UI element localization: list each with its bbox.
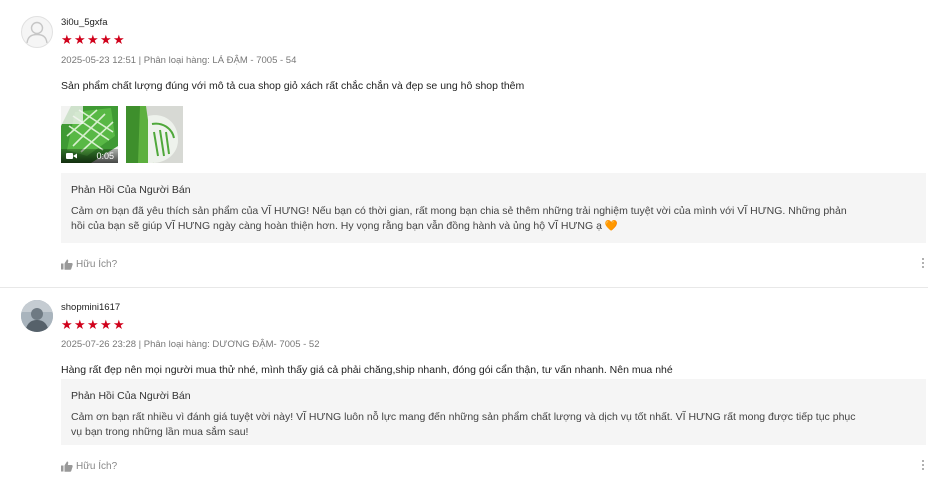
reviewer-username[interactable]: 3i0u_5gxfa (61, 17, 107, 28)
helpful-label: Hữu Ích? (76, 461, 118, 472)
thumbs-up-icon (61, 259, 73, 270)
star-icon: ★ (61, 317, 73, 332)
video-duration: 0:05 (96, 151, 114, 161)
star-icon: ★ (100, 317, 112, 332)
seller-reply: Phản Hồi Của Người Bán Cảm ơn bạn rất nh… (61, 379, 926, 445)
star-icon: ★ (74, 317, 86, 332)
seller-reply-title: Phản Hồi Của Người Bán (71, 184, 191, 196)
seller-reply-body: Cảm ơn bạn đã yêu thích sản phẩm của VĨ … (71, 205, 847, 232)
user-photo (21, 300, 53, 332)
star-icon: ★ (113, 32, 125, 47)
star-icon: ★ (74, 32, 86, 47)
more-options-button[interactable] (920, 258, 926, 270)
star-icon: ★ (87, 32, 99, 47)
star-icon: ★ (100, 32, 112, 47)
reviewer-username[interactable]: shopmini1617 (61, 302, 120, 313)
thumbs-up-icon (61, 461, 73, 472)
helpful-button[interactable]: Hữu Ích? (61, 461, 117, 472)
review-media: 0:05 (61, 106, 183, 163)
helpful-button[interactable]: Hữu Ích? (61, 259, 117, 270)
review-item: 3i0u_5gxfa ★ ★ ★ ★ ★ 2025-05-23 12:51 | … (0, 0, 928, 288)
star-icon: ★ (87, 317, 99, 332)
image-thumbnail[interactable] (126, 106, 183, 163)
seller-reply-title: Phản Hồi Của Người Bán (71, 390, 191, 402)
review-text: Sản phẩm chất lượng đúng với mô tả cua s… (61, 80, 525, 92)
more-options-button[interactable] (920, 460, 926, 472)
vertical-ellipsis-icon (920, 460, 926, 470)
helpful-label: Hữu Ích? (76, 259, 118, 270)
star-icon: ★ (113, 317, 125, 332)
avatar[interactable] (21, 300, 53, 332)
review-item: shopmini1617 ★ ★ ★ ★ ★ 2025-07-26 23:28 … (0, 288, 928, 496)
vertical-ellipsis-icon (920, 258, 926, 268)
video-overlay: 0:05 (61, 149, 118, 163)
review-meta: 2025-07-26 23:28 | Phân loại hàng: DƯƠNG… (61, 339, 320, 350)
seller-reply-body: Cảm ơn bạn rất nhiều vì đánh giá tuyệt v… (71, 411, 856, 438)
rating-stars: ★ ★ ★ ★ ★ (61, 32, 126, 48)
review-text: Hàng rất đẹp nên mọi người mua thử nhé, … (61, 364, 673, 376)
user-silhouette-icon (26, 21, 48, 44)
star-icon: ★ (61, 32, 73, 47)
product-photo (126, 106, 183, 163)
avatar[interactable] (21, 16, 53, 48)
review-meta: 2025-05-23 12:51 | Phân loại hàng: LÁ ĐẬ… (61, 55, 297, 66)
seller-reply: Phản Hồi Của Người Bán Cảm ơn bạn đã yêu… (61, 173, 926, 243)
video-thumbnail[interactable]: 0:05 (61, 106, 118, 163)
rating-stars: ★ ★ ★ ★ ★ (61, 317, 126, 333)
video-camera-icon (66, 153, 77, 159)
